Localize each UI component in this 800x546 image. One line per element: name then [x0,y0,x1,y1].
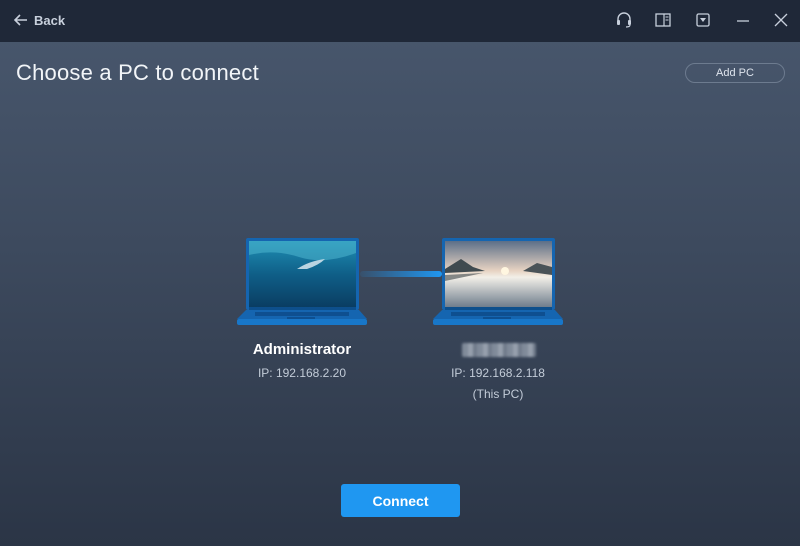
minimize-icon[interactable] [732,9,754,31]
pc-ip: IP: 192.168.2.20 [257,366,347,380]
laptop-this-pc[interactable] [433,237,563,334]
pc-ip: IP: 192.168.2.118 [451,366,545,380]
pc-name-blurred [462,343,536,357]
pc-name: Administrator [252,341,352,358]
title-bar: Back [0,0,800,42]
back-button[interactable]: Back [14,10,65,30]
laptop-icon [433,238,563,325]
back-label: Back [34,12,66,28]
arrow-left-icon [14,14,28,26]
close-icon[interactable] [770,9,792,31]
dropdown-icon[interactable] [692,9,714,31]
connect-button[interactable]: Connect [341,484,460,517]
this-pc-note: (This PC) [472,387,524,401]
laptop-icon [237,238,367,325]
support-icon[interactable] [613,9,635,31]
laptop-administrator[interactable] [237,237,367,334]
add-pc-button[interactable]: Add PC [685,63,785,83]
sidebar-icon[interactable] [652,9,674,31]
connection-line [360,271,442,277]
page-title: Choose a PC to connect [16,60,259,85]
